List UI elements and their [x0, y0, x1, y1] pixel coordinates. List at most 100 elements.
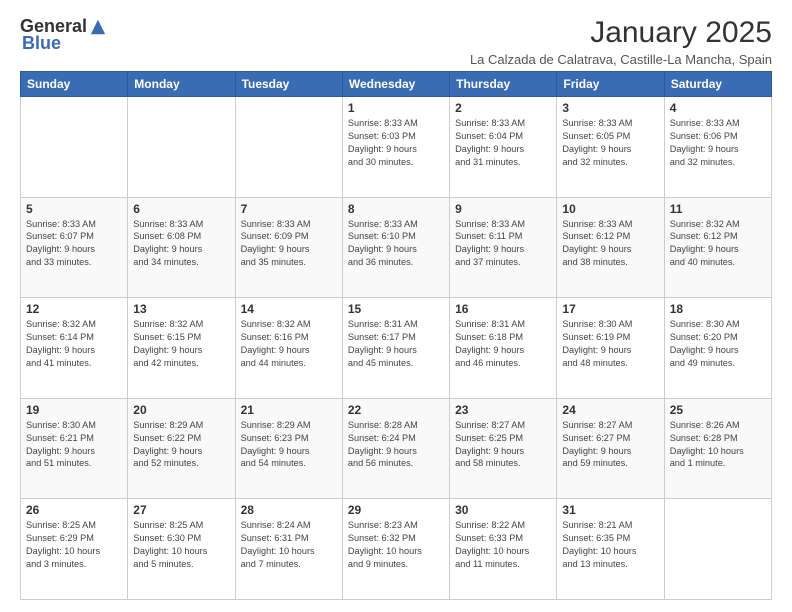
day-number: 25 [670, 403, 766, 417]
weekday-header-thursday: Thursday [450, 72, 557, 97]
calendar-cell: 18 Sunrise: 8:30 AM Sunset: 6:20 PM Dayli… [664, 298, 771, 399]
day-number: 6 [133, 202, 229, 216]
day-info: Sunrise: 8:33 AM Sunset: 6:03 PM Dayligh… [348, 117, 444, 169]
calendar-cell: 9Sunrise: 8:33 AM Sunset: 6:11 PM Daylig… [450, 197, 557, 298]
calendar-table: SundayMondayTuesdayWednesdayThursdayFrid… [20, 71, 772, 600]
day-info: Sunrise: 8:29 AM Sunset: 6:22 PM Dayligh… [133, 419, 229, 471]
calendar-cell: 15 Sunrise: 8:31 AM Sunset: 6:17 PM Dayli… [342, 298, 449, 399]
day-info: Sunrise: 8:32 AM Sunset: 6:14 PM Dayligh… [26, 318, 122, 370]
day-info: Sunrise: 8:25 AM Sunset: 6:29 PM Dayligh… [26, 519, 122, 571]
calendar-cell: 4 Sunrise: 8:33 AM Sunset: 6:06 PM Daylig… [664, 97, 771, 198]
weekday-header-tuesday: Tuesday [235, 72, 342, 97]
calendar-title: January 2025 [470, 16, 772, 50]
calendar-cell: 19 Sunrise: 8:30 AM Sunset: 6:21 PM Dayli… [21, 398, 128, 499]
day-info: Sunrise: 8:32 AM Sunset: 6:12 PM Dayligh… [670, 218, 766, 270]
day-number: 19 [26, 403, 122, 417]
day-number: 17 [562, 302, 658, 316]
day-info: Sunrise: 8:24 AM Sunset: 6:31 PM Dayligh… [241, 519, 337, 571]
calendar-cell: 17 Sunrise: 8:30 AM Sunset: 6:19 PM Dayli… [557, 298, 664, 399]
calendar-cell: 1Sunrise: 8:33 AM Sunset: 6:03 PM Daylig… [342, 97, 449, 198]
day-info: Sunrise: 8:28 AM Sunset: 6:24 PM Dayligh… [348, 419, 444, 471]
day-info: Sunrise: 8:33 AM Sunset: 6:08 PM Dayligh… [133, 218, 229, 270]
day-info: Sunrise: 8:33 AM Sunset: 6:09 PM Dayligh… [241, 218, 337, 270]
day-number: 11 [670, 202, 766, 216]
day-number: 22 [348, 403, 444, 417]
weekday-header-friday: Friday [557, 72, 664, 97]
day-info: Sunrise: 8:30 AM Sunset: 6:20 PM Dayligh… [670, 318, 766, 370]
day-number: 15 [348, 302, 444, 316]
calendar-week-4: 19 Sunrise: 8:30 AM Sunset: 6:21 PM Dayli… [21, 398, 772, 499]
day-info: Sunrise: 8:27 AM Sunset: 6:25 PM Dayligh… [455, 419, 551, 471]
weekday-header-saturday: Saturday [664, 72, 771, 97]
calendar-cell: 29 Sunrise: 8:23 AM Sunset: 6:32 PM Dayli… [342, 499, 449, 600]
day-number: 24 [562, 403, 658, 417]
calendar-body: 1Sunrise: 8:33 AM Sunset: 6:03 PM Daylig… [21, 97, 772, 600]
day-info: Sunrise: 8:30 AM Sunset: 6:21 PM Dayligh… [26, 419, 122, 471]
calendar-cell: 5 Sunrise: 8:33 AM Sunset: 6:07 PM Daylig… [21, 197, 128, 298]
day-number: 26 [26, 503, 122, 517]
calendar-cell: 22 Sunrise: 8:28 AM Sunset: 6:24 PM Dayli… [342, 398, 449, 499]
calendar-cell: 8Sunrise: 8:33 AM Sunset: 6:10 PM Daylig… [342, 197, 449, 298]
day-info: Sunrise: 8:30 AM Sunset: 6:19 PM Dayligh… [562, 318, 658, 370]
day-info: Sunrise: 8:33 AM Sunset: 6:05 PM Dayligh… [562, 117, 658, 169]
calendar-cell: 16Sunrise: 8:31 AM Sunset: 6:18 PM Dayli… [450, 298, 557, 399]
day-info: Sunrise: 8:33 AM Sunset: 6:04 PM Dayligh… [455, 117, 551, 169]
weekday-header-monday: Monday [128, 72, 235, 97]
day-info: Sunrise: 8:31 AM Sunset: 6:18 PM Dayligh… [455, 318, 551, 370]
day-number: 14 [241, 302, 337, 316]
day-number: 18 [670, 302, 766, 316]
day-info: Sunrise: 8:22 AM Sunset: 6:33 PM Dayligh… [455, 519, 551, 571]
calendar-cell: 31Sunrise: 8:21 AM Sunset: 6:35 PM Dayli… [557, 499, 664, 600]
page: General Blue January 2025 La Calzada de … [0, 0, 792, 612]
calendar-week-2: 5 Sunrise: 8:33 AM Sunset: 6:07 PM Daylig… [21, 197, 772, 298]
day-info: Sunrise: 8:33 AM Sunset: 6:11 PM Dayligh… [455, 218, 551, 270]
day-info: Sunrise: 8:33 AM Sunset: 6:06 PM Dayligh… [670, 117, 766, 169]
calendar-cell: 24Sunrise: 8:27 AM Sunset: 6:27 PM Dayli… [557, 398, 664, 499]
day-number: 28 [241, 503, 337, 517]
weekday-header-wednesday: Wednesday [342, 72, 449, 97]
calendar-cell: 23 Sunrise: 8:27 AM Sunset: 6:25 PM Dayli… [450, 398, 557, 499]
day-number: 7 [241, 202, 337, 216]
calendar-cell: 10Sunrise: 8:33 AM Sunset: 6:12 PM Dayli… [557, 197, 664, 298]
day-info: Sunrise: 8:33 AM Sunset: 6:10 PM Dayligh… [348, 218, 444, 270]
calendar-cell: 27Sunrise: 8:25 AM Sunset: 6:30 PM Dayli… [128, 499, 235, 600]
day-number: 5 [26, 202, 122, 216]
day-number: 12 [26, 302, 122, 316]
calendar-header: SundayMondayTuesdayWednesdayThursdayFrid… [21, 72, 772, 97]
calendar-cell: 12 Sunrise: 8:32 AM Sunset: 6:14 PM Dayli… [21, 298, 128, 399]
logo-icon [89, 18, 107, 36]
day-number: 2 [455, 101, 551, 115]
day-number: 23 [455, 403, 551, 417]
day-number: 4 [670, 101, 766, 115]
day-info: Sunrise: 8:33 AM Sunset: 6:07 PM Dayligh… [26, 218, 122, 270]
logo-area: General Blue [20, 16, 107, 54]
calendar-week-5: 26 Sunrise: 8:25 AM Sunset: 6:29 PM Dayli… [21, 499, 772, 600]
calendar-cell: 20 Sunrise: 8:29 AM Sunset: 6:22 PM Dayli… [128, 398, 235, 499]
day-number: 30 [455, 503, 551, 517]
day-number: 20 [133, 403, 229, 417]
calendar-cell: 6 Sunrise: 8:33 AM Sunset: 6:08 PM Daylig… [128, 197, 235, 298]
calendar-cell: 14Sunrise: 8:32 AM Sunset: 6:16 PM Dayli… [235, 298, 342, 399]
title-area: January 2025 La Calzada de Calatrava, Ca… [470, 16, 772, 67]
calendar-week-1: 1Sunrise: 8:33 AM Sunset: 6:03 PM Daylig… [21, 97, 772, 198]
day-number: 27 [133, 503, 229, 517]
day-info: Sunrise: 8:31 AM Sunset: 6:17 PM Dayligh… [348, 318, 444, 370]
header: General Blue January 2025 La Calzada de … [20, 16, 772, 67]
weekday-header-sunday: Sunday [21, 72, 128, 97]
calendar-cell [664, 499, 771, 600]
calendar-cell: 2 Sunrise: 8:33 AM Sunset: 6:04 PM Daylig… [450, 97, 557, 198]
day-number: 31 [562, 503, 658, 517]
weekday-row: SundayMondayTuesdayWednesdayThursdayFrid… [21, 72, 772, 97]
calendar-cell: 25 Sunrise: 8:26 AM Sunset: 6:28 PM Dayli… [664, 398, 771, 499]
day-info: Sunrise: 8:23 AM Sunset: 6:32 PM Dayligh… [348, 519, 444, 571]
calendar-cell: 26 Sunrise: 8:25 AM Sunset: 6:29 PM Dayli… [21, 499, 128, 600]
day-number: 3 [562, 101, 658, 115]
calendar-week-3: 12 Sunrise: 8:32 AM Sunset: 6:14 PM Dayli… [21, 298, 772, 399]
calendar-cell: 13Sunrise: 8:32 AM Sunset: 6:15 PM Dayli… [128, 298, 235, 399]
day-info: Sunrise: 8:26 AM Sunset: 6:28 PM Dayligh… [670, 419, 766, 471]
calendar-cell [128, 97, 235, 198]
day-info: Sunrise: 8:32 AM Sunset: 6:15 PM Dayligh… [133, 318, 229, 370]
logo-blue: Blue [22, 33, 61, 54]
day-number: 29 [348, 503, 444, 517]
calendar-cell: 11 Sunrise: 8:32 AM Sunset: 6:12 PM Dayli… [664, 197, 771, 298]
